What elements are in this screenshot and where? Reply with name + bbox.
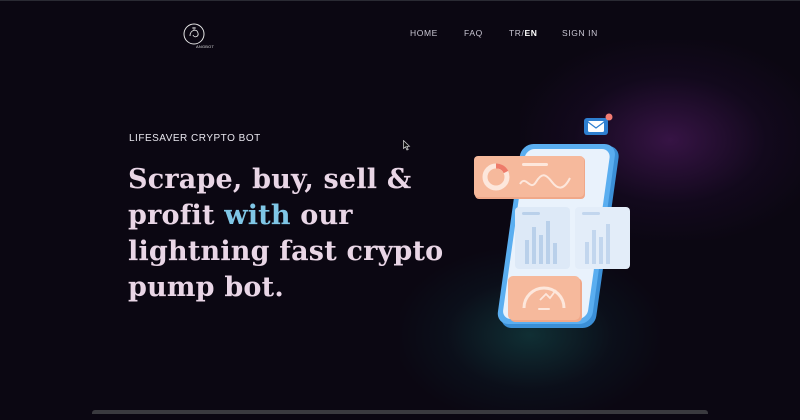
main-nav: HOME FAQ TR/EN SIGN IN — [0, 28, 800, 42]
logo-text: ANGBOT — [196, 44, 215, 49]
nav-sign-in[interactable]: SIGN IN — [562, 28, 598, 38]
cursor-icon — [403, 140, 411, 151]
bottom-section-edge — [92, 410, 708, 414]
nav-faq[interactable]: FAQ — [464, 28, 483, 38]
language-switch[interactable]: TR/EN — [509, 28, 538, 38]
mail-icon — [584, 113, 613, 135]
donut-chart-card — [474, 156, 585, 199]
nav-home[interactable]: HOME — [410, 28, 438, 38]
lang-en[interactable]: EN — [525, 28, 538, 38]
phone-dashboard-illustration — [474, 113, 630, 328]
gauge-icon — [508, 276, 582, 322]
top-divider — [0, 0, 800, 1]
hero-eyebrow: LIFESAVER CRYPTO BOT — [129, 133, 261, 144]
lang-tr[interactable]: TR/ — [509, 28, 525, 38]
hero-headline: Scrape, buy, sell & profit with our ligh… — [128, 162, 448, 306]
headline-highlight: with — [224, 200, 291, 231]
